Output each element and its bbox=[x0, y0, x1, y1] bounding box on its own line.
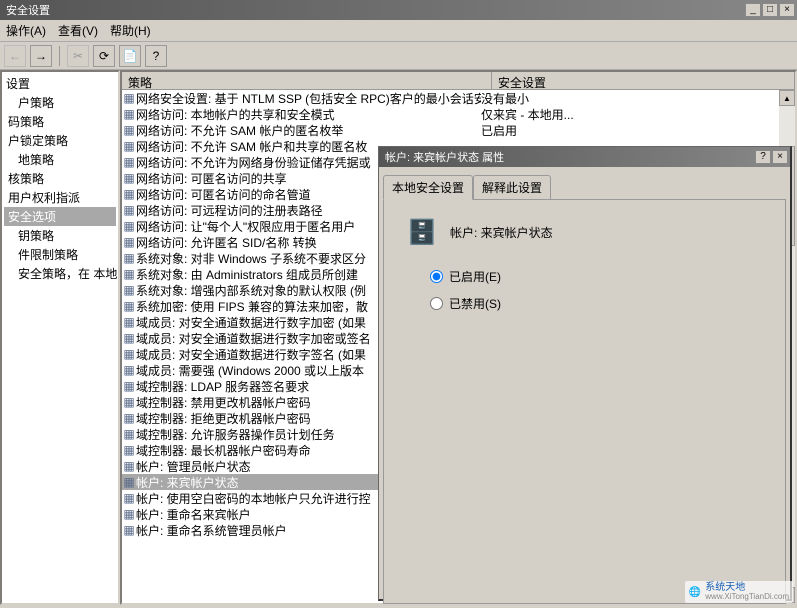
list-row[interactable]: ▦网络访问: 本地帐户的共享和安全模式仅来宾 - 本地用... bbox=[122, 106, 795, 122]
tree-root[interactable]: 设置 bbox=[4, 74, 116, 93]
refresh-button[interactable]: ⟳ bbox=[93, 45, 115, 67]
policy-item-icon: ▦ bbox=[122, 508, 136, 520]
back-button[interactable]: ← bbox=[4, 45, 26, 67]
tree-item[interactable]: 户策略 bbox=[4, 93, 116, 112]
window-title: 安全设置 bbox=[2, 2, 745, 18]
policy-item-icon: ▦ bbox=[122, 204, 136, 216]
policy-item-icon: ▦ bbox=[122, 140, 136, 152]
policy-name: 网络安全设置: 基于 NTLM SSP (包括安全 RPC)客户的最小会话安全 bbox=[136, 90, 481, 107]
dialog-close-button[interactable]: × bbox=[772, 150, 788, 164]
tree-pane[interactable]: 设置 户策略 码策略 户锁定策略 地策略 核策略 用户权利指派 安全选项 钥策略… bbox=[0, 70, 120, 605]
radio-disabled-input[interactable] bbox=[430, 297, 443, 310]
tree-item[interactable]: 件限制策略 bbox=[4, 245, 116, 264]
tab-panel: 🗄️ 帐户: 来宾帐户状态 已启用(E) 已禁用(S) bbox=[383, 199, 786, 604]
list-header: 策略 安全设置 bbox=[122, 72, 795, 90]
policy-item-icon: ▦ bbox=[122, 284, 136, 296]
scroll-up-button[interactable]: ▲ bbox=[779, 90, 795, 106]
menu-view[interactable]: 查看(V) bbox=[58, 22, 98, 39]
dialog-help-button[interactable]: ? bbox=[755, 150, 771, 164]
cut-button[interactable]: ✂ bbox=[67, 45, 89, 67]
export-button[interactable]: 📄 bbox=[119, 45, 141, 67]
watermark-url: www.XiTongTianDi.com bbox=[705, 593, 789, 601]
properties-dialog: 帐户: 来宾帐户状态 属性 ? × 本地安全设置 解释此设置 🗄️ 帐户: 来宾… bbox=[378, 146, 792, 601]
separator bbox=[59, 46, 60, 66]
policy-item-icon: ▦ bbox=[122, 92, 136, 104]
policy-name: 网络访问: 本地帐户的共享和安全模式 bbox=[136, 106, 481, 123]
menubar: 操作(A) 查看(V) 帮助(H) bbox=[0, 20, 797, 42]
radio-disabled-label: 已禁用(S) bbox=[449, 295, 501, 312]
col-setting[interactable]: 安全设置 bbox=[492, 72, 795, 89]
policy-item-icon: ▦ bbox=[122, 492, 136, 504]
policy-item-icon: ▦ bbox=[122, 172, 136, 184]
tree-item[interactable]: 安全策略，在 本地 bbox=[4, 264, 116, 283]
policy-icon: 🗄️ bbox=[406, 216, 438, 248]
tab-explain[interactable]: 解释此设置 bbox=[473, 175, 551, 199]
help-button[interactable]: ? bbox=[145, 45, 167, 67]
policy-item-icon: ▦ bbox=[122, 332, 136, 344]
account-label: 帐户: 来宾帐户状态 bbox=[450, 224, 553, 241]
minimize-button[interactable]: _ bbox=[745, 3, 761, 17]
tree-item[interactable]: 用户权利指派 bbox=[4, 188, 116, 207]
policy-item-icon: ▦ bbox=[122, 236, 136, 248]
policy-item-icon: ▦ bbox=[122, 380, 136, 392]
policy-item-icon: ▦ bbox=[122, 316, 136, 328]
policy-item-icon: ▦ bbox=[122, 108, 136, 120]
list-row[interactable]: ▦网络安全设置: 基于 NTLM SSP (包括安全 RPC)客户的最小会话安全… bbox=[122, 90, 795, 106]
main-window-titlebar: 安全设置 _ □ × bbox=[0, 0, 797, 20]
radio-enabled[interactable]: 已启用(E) bbox=[430, 268, 775, 285]
menu-help[interactable]: 帮助(H) bbox=[110, 22, 151, 39]
policy-item-icon: ▦ bbox=[122, 524, 136, 536]
policy-item-icon: ▦ bbox=[122, 476, 136, 488]
policy-item-icon: ▦ bbox=[122, 124, 136, 136]
policy-item-icon: ▦ bbox=[122, 348, 136, 360]
list-row[interactable]: ▦网络访问: 不允许 SAM 帐户的匿名枚举已启用 bbox=[122, 122, 795, 138]
policy-item-icon: ▦ bbox=[122, 188, 136, 200]
menu-action[interactable]: 操作(A) bbox=[6, 22, 46, 39]
policy-item-icon: ▦ bbox=[122, 156, 136, 168]
policy-item-icon: ▦ bbox=[122, 268, 136, 280]
tree-item[interactable]: 钥策略 bbox=[4, 226, 116, 245]
radio-group: 已启用(E) 已禁用(S) bbox=[430, 268, 775, 312]
dialog-title: 帐户: 来宾帐户状态 属性 bbox=[381, 149, 755, 165]
policy-item-icon: ▦ bbox=[122, 300, 136, 312]
tree-item[interactable]: 户锁定策略 bbox=[4, 131, 116, 150]
radio-enabled-input[interactable] bbox=[430, 270, 443, 283]
watermark: 🌐 系统天地 www.XiTongTianDi.com bbox=[685, 581, 793, 603]
dialog-tabs: 本地安全设置 解释此设置 bbox=[383, 175, 786, 199]
policy-item-icon: ▦ bbox=[122, 460, 136, 472]
policy-item-icon: ▦ bbox=[122, 252, 136, 264]
policy-item-icon: ▦ bbox=[122, 220, 136, 232]
policy-item-icon: ▦ bbox=[122, 412, 136, 424]
tree-item[interactable]: 码策略 bbox=[4, 112, 116, 131]
close-button[interactable]: × bbox=[779, 3, 795, 17]
toolbar: ← → ✂ ⟳ 📄 ? bbox=[0, 42, 797, 70]
policy-item-icon: ▦ bbox=[122, 364, 136, 376]
policy-item-icon: ▦ bbox=[122, 444, 136, 456]
maximize-button[interactable]: □ bbox=[762, 3, 778, 17]
radio-enabled-label: 已启用(E) bbox=[449, 268, 501, 285]
policy-setting: 已启用 bbox=[481, 122, 795, 139]
tab-local-security[interactable]: 本地安全设置 bbox=[383, 175, 473, 200]
tree-item-selected[interactable]: 安全选项 bbox=[4, 207, 116, 226]
tree-item[interactable]: 核策略 bbox=[4, 169, 116, 188]
policy-setting: 仅来宾 - 本地用... bbox=[481, 106, 795, 123]
policy-setting: 没有最小 bbox=[481, 90, 795, 107]
forward-button[interactable]: → bbox=[30, 45, 52, 67]
radio-disabled[interactable]: 已禁用(S) bbox=[430, 295, 775, 312]
policy-name: 网络访问: 不允许 SAM 帐户的匿名枚举 bbox=[136, 122, 481, 139]
dialog-titlebar[interactable]: 帐户: 来宾帐户状态 属性 ? × bbox=[379, 147, 790, 167]
policy-item-icon: ▦ bbox=[122, 428, 136, 440]
globe-icon: 🌐 bbox=[689, 587, 701, 598]
tree-item[interactable]: 地策略 bbox=[4, 150, 116, 169]
policy-item-icon: ▦ bbox=[122, 396, 136, 408]
col-policy[interactable]: 策略 bbox=[122, 72, 492, 89]
